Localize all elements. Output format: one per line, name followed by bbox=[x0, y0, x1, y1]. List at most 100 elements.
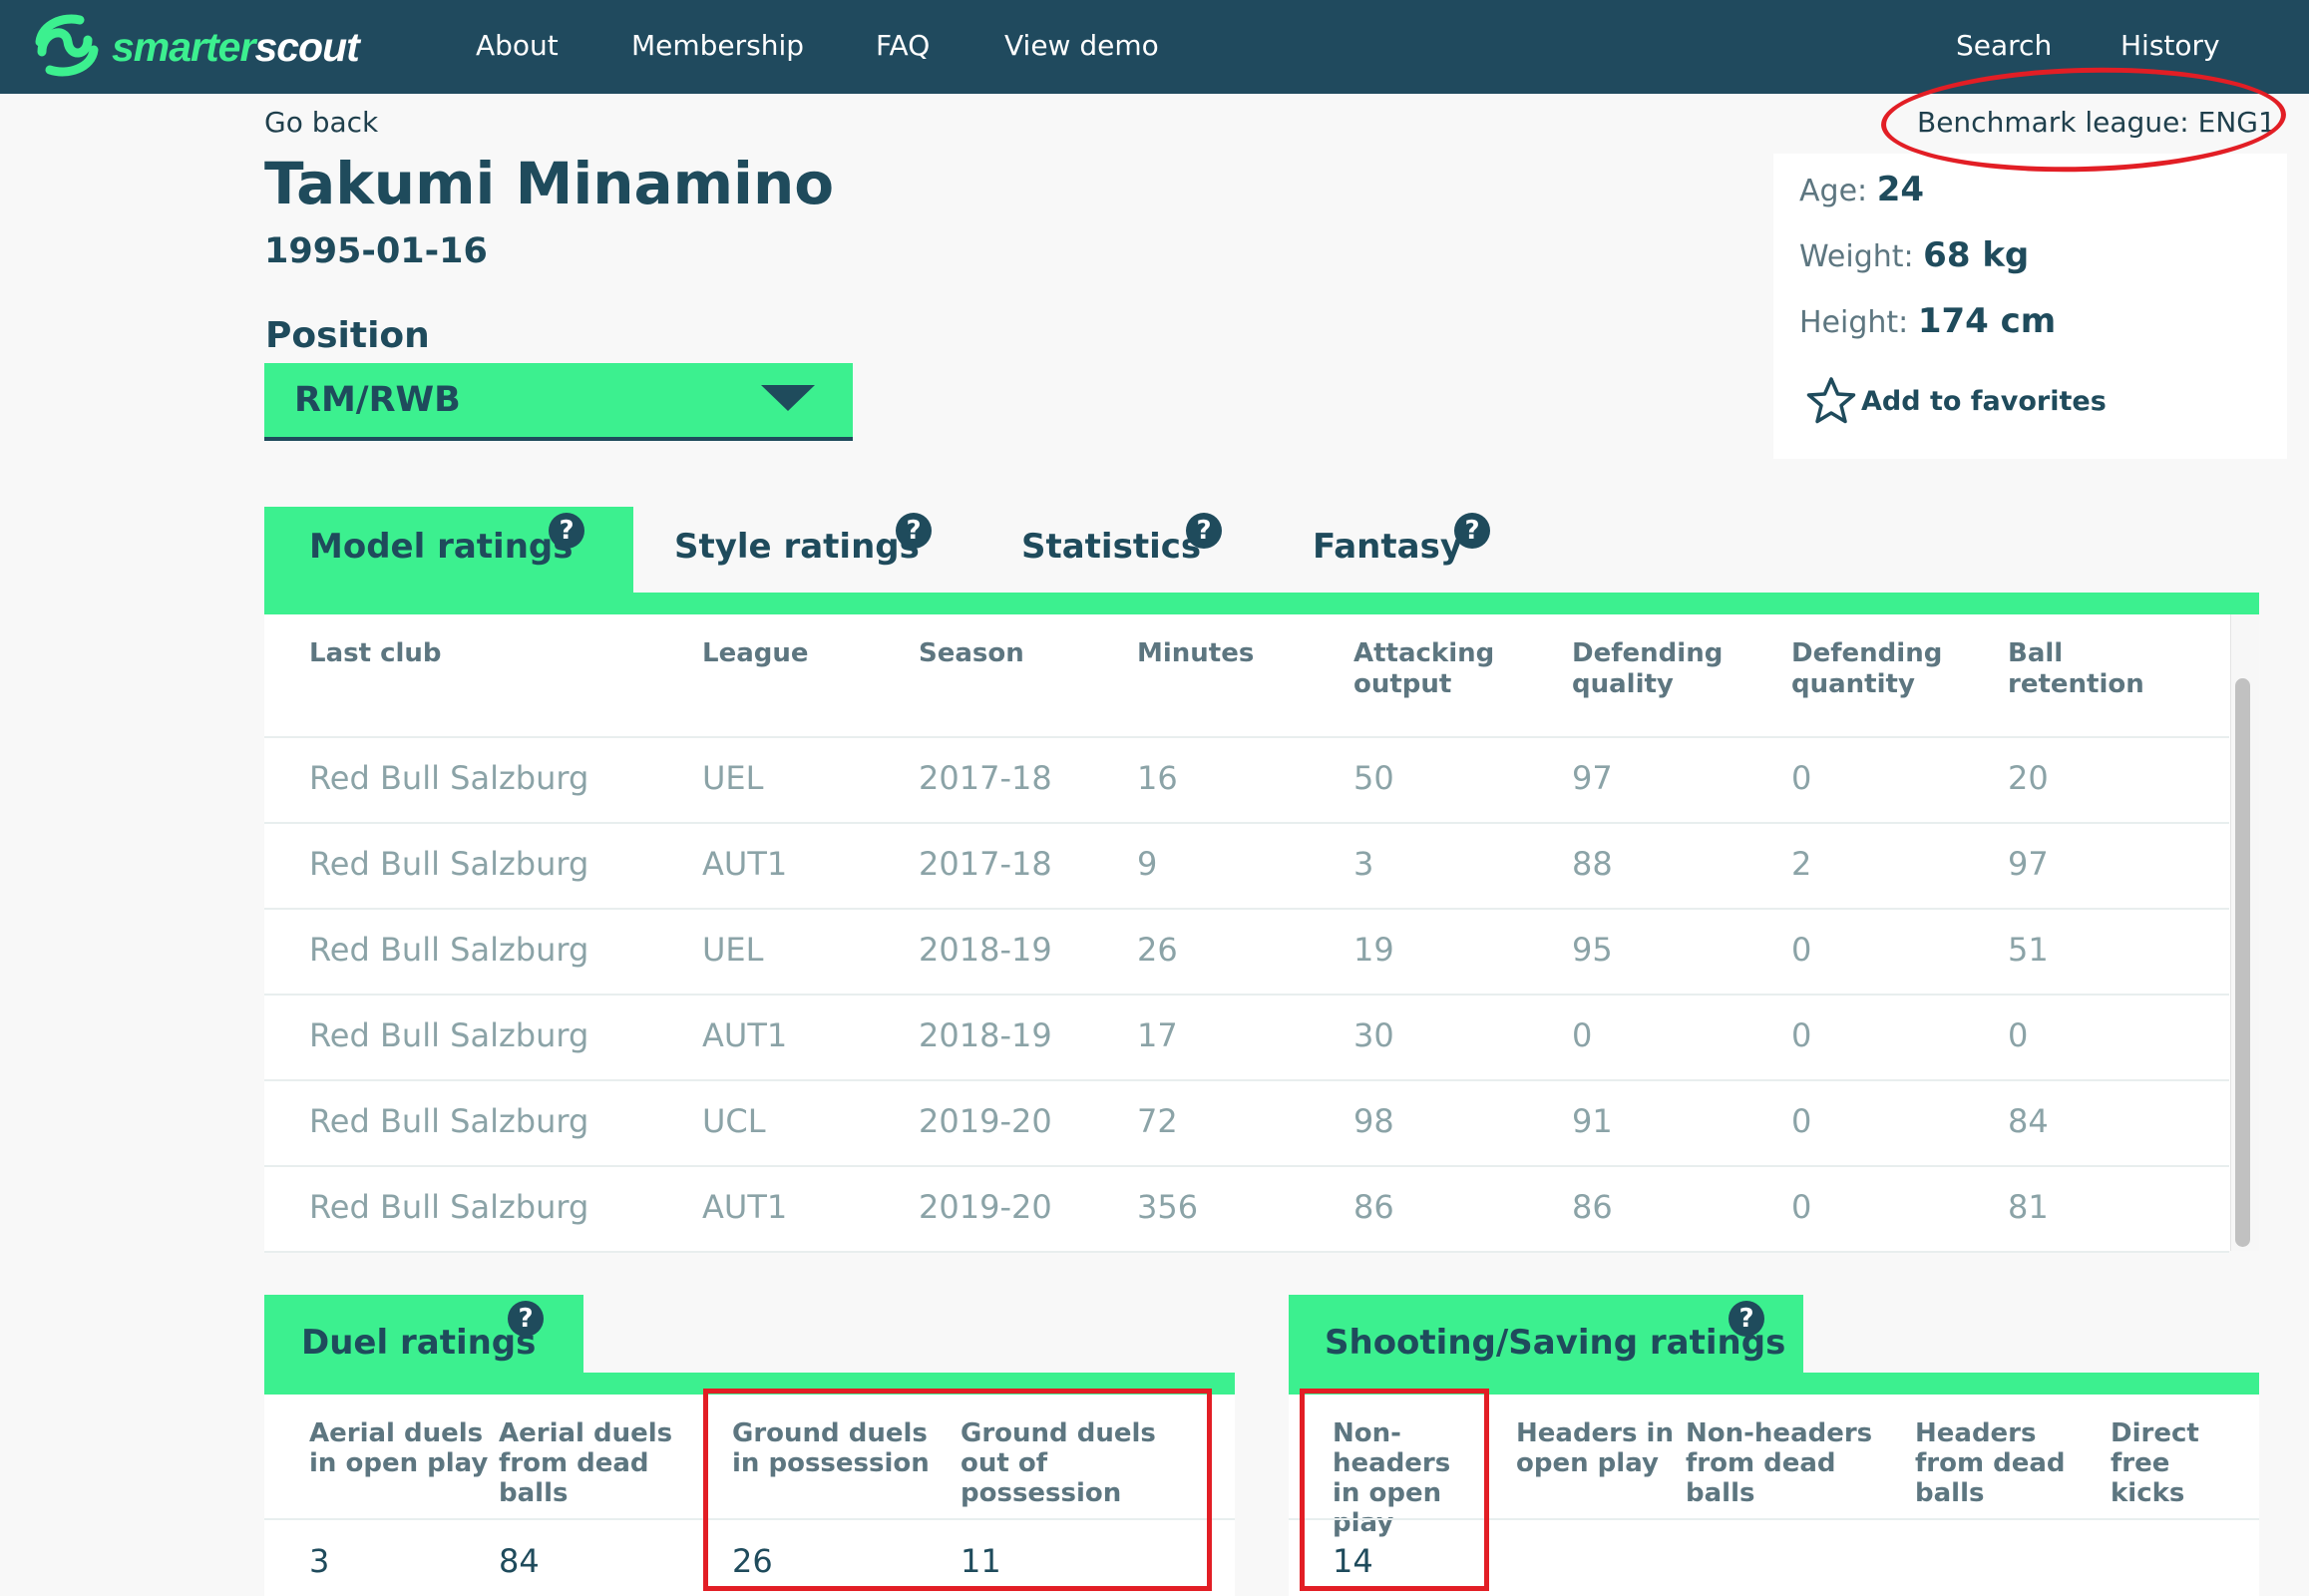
cell-attacking-output: 50 bbox=[1353, 759, 1394, 797]
col-header-headers-open-play: Headers in open play bbox=[1516, 1418, 1674, 1478]
logo[interactable]: smarterscout bbox=[28, 12, 360, 82]
cell-defending-quantity: 0 bbox=[1791, 1016, 1812, 1054]
cell-season: 2017-18 bbox=[919, 845, 1052, 883]
cell-defending-quality: 0 bbox=[1572, 1016, 1593, 1054]
tab-fantasy[interactable]: Fantasy bbox=[1313, 527, 1462, 567]
tab-bar-underline bbox=[264, 593, 2259, 614]
cell-league: AUT1 bbox=[702, 1016, 788, 1054]
weight-row: Weight: 68 kg bbox=[1799, 235, 2029, 275]
shooting-ratings-title: Shooting/Saving ratings bbox=[1325, 1323, 1786, 1363]
cell-minutes: 26 bbox=[1137, 931, 1178, 969]
nav-faq[interactable]: FAQ bbox=[876, 26, 930, 66]
add-to-favorites-button[interactable]: Add to favorites bbox=[1805, 375, 2107, 427]
value-non-headers-open-play: 14 bbox=[1333, 1542, 1373, 1580]
nav-history[interactable]: History bbox=[2120, 26, 2220, 66]
cell-league: AUT1 bbox=[702, 845, 788, 883]
cell-defending-quality: 86 bbox=[1572, 1188, 1613, 1226]
help-icon[interactable]: ? bbox=[1186, 513, 1222, 549]
cell-minutes: 17 bbox=[1137, 1016, 1178, 1054]
add-to-favorites-label: Add to favorites bbox=[1861, 385, 2107, 417]
row-divider bbox=[264, 1251, 2229, 1253]
cell-defending-quality: 97 bbox=[1572, 759, 1613, 797]
shooting-ratings-underline bbox=[1289, 1373, 2259, 1395]
row-divider bbox=[1289, 1518, 2259, 1520]
help-icon[interactable]: ? bbox=[1729, 1301, 1764, 1337]
position-value: RM/RWB bbox=[294, 380, 461, 420]
row-divider bbox=[264, 736, 2229, 738]
cell-minutes: 72 bbox=[1137, 1102, 1178, 1140]
value-ground-in-possession: 26 bbox=[732, 1542, 773, 1580]
row-divider bbox=[264, 1518, 1235, 1520]
nav-membership[interactable]: Membership bbox=[631, 26, 804, 66]
tab-statistics[interactable]: Statistics bbox=[1021, 527, 1201, 567]
position-select[interactable]: RM/RWB bbox=[264, 363, 853, 441]
col-header-ground-out-of-possession: Ground duels out of possession bbox=[961, 1418, 1156, 1508]
caret-down-icon bbox=[761, 385, 815, 411]
cell-season: 2018-19 bbox=[919, 931, 1052, 969]
cell-attacking-output: 30 bbox=[1353, 1016, 1394, 1054]
age-value: 24 bbox=[1876, 170, 1925, 209]
cell-defending-quality: 95 bbox=[1572, 931, 1613, 969]
logo-text-scout: scout bbox=[254, 23, 359, 70]
col-header-defending-quantity: Defending quantity bbox=[1791, 638, 1943, 699]
tab-model-ratings[interactable]: Model ratings bbox=[309, 527, 573, 567]
height-row: Height: 174 cm bbox=[1799, 301, 2056, 341]
nav-about[interactable]: About bbox=[476, 26, 559, 66]
cell-ball-retention: 81 bbox=[2008, 1188, 2049, 1226]
player-dob: 1995-01-16 bbox=[264, 231, 488, 271]
col-header-season: Season bbox=[919, 638, 1024, 668]
col-header-defending-quality: Defending quality bbox=[1572, 638, 1724, 699]
col-header-aerial-dead-balls: Aerial duels from dead balls bbox=[499, 1418, 673, 1508]
cell-attacking-output: 86 bbox=[1353, 1188, 1394, 1226]
row-divider bbox=[264, 1079, 2229, 1081]
col-header-league: League bbox=[702, 638, 809, 668]
help-icon[interactable]: ? bbox=[508, 1301, 544, 1337]
col-header-non-headers-dead-balls: Non-headers from dead balls bbox=[1686, 1418, 1873, 1508]
value-aerial-open-play: 3 bbox=[309, 1542, 330, 1580]
cell-defending-quality: 91 bbox=[1572, 1102, 1613, 1140]
row-divider bbox=[264, 908, 2229, 910]
help-icon[interactable]: ? bbox=[1454, 513, 1490, 549]
cell-defending-quantity: 0 bbox=[1791, 759, 1812, 797]
cell-defending-quantity: 0 bbox=[1791, 1188, 1812, 1226]
help-icon[interactable]: ? bbox=[549, 513, 584, 549]
col-header-aerial-open-play: Aerial duels in open play bbox=[309, 1418, 489, 1478]
cell-league: UEL bbox=[702, 759, 764, 797]
cell-defending-quality: 88 bbox=[1572, 845, 1613, 883]
cell-club: Red Bull Salzburg bbox=[309, 931, 589, 969]
value-ground-out-of-possession: 11 bbox=[961, 1542, 1001, 1580]
weight-label: Weight: bbox=[1799, 239, 1914, 274]
row-divider bbox=[264, 1165, 2229, 1167]
logo-text-smarter: smarter bbox=[112, 23, 255, 70]
col-header-non-headers-open-play: Non-headers in open play bbox=[1333, 1418, 1451, 1538]
help-icon[interactable]: ? bbox=[896, 513, 932, 549]
cell-league: AUT1 bbox=[702, 1188, 788, 1226]
cell-club: Red Bull Salzburg bbox=[309, 845, 589, 883]
cell-club: Red Bull Salzburg bbox=[309, 1188, 589, 1226]
cell-minutes: 16 bbox=[1137, 759, 1178, 797]
cell-attacking-output: 3 bbox=[1353, 845, 1374, 883]
cell-club: Red Bull Salzburg bbox=[309, 1016, 589, 1054]
cell-season: 2017-18 bbox=[919, 759, 1052, 797]
col-header-last-club: Last club bbox=[309, 638, 442, 668]
top-nav: smarterscout About Membership FAQ View d… bbox=[0, 0, 2309, 94]
player-name: Takumi Minamino bbox=[264, 150, 835, 217]
nav-view-demo[interactable]: View demo bbox=[1004, 26, 1159, 66]
nav-search[interactable]: Search bbox=[1956, 26, 2052, 66]
cell-ball-retention: 0 bbox=[2008, 1016, 2029, 1054]
duel-ratings-underline bbox=[264, 1373, 1235, 1395]
position-label: Position bbox=[265, 315, 430, 356]
benchmark-league: Benchmark league: ENG1 bbox=[1917, 106, 2276, 139]
cell-club: Red Bull Salzburg bbox=[309, 1102, 589, 1140]
col-header-direct-free-kicks: Direct free kicks bbox=[2111, 1418, 2199, 1508]
logo-wordmark: smarterscout bbox=[112, 23, 360, 71]
row-divider bbox=[264, 822, 2229, 824]
col-header-headers-dead-balls: Headers from dead balls bbox=[1915, 1418, 2066, 1508]
tab-style-ratings[interactable]: Style ratings bbox=[674, 527, 920, 567]
table-scrollbar-thumb[interactable] bbox=[2235, 678, 2250, 1247]
go-back-link[interactable]: Go back bbox=[264, 106, 378, 139]
age-row: Age: 24 bbox=[1799, 170, 1924, 209]
cell-defending-quantity: 2 bbox=[1791, 845, 1812, 883]
cell-ball-retention: 97 bbox=[2008, 845, 2049, 883]
cell-league: UCL bbox=[702, 1102, 766, 1140]
